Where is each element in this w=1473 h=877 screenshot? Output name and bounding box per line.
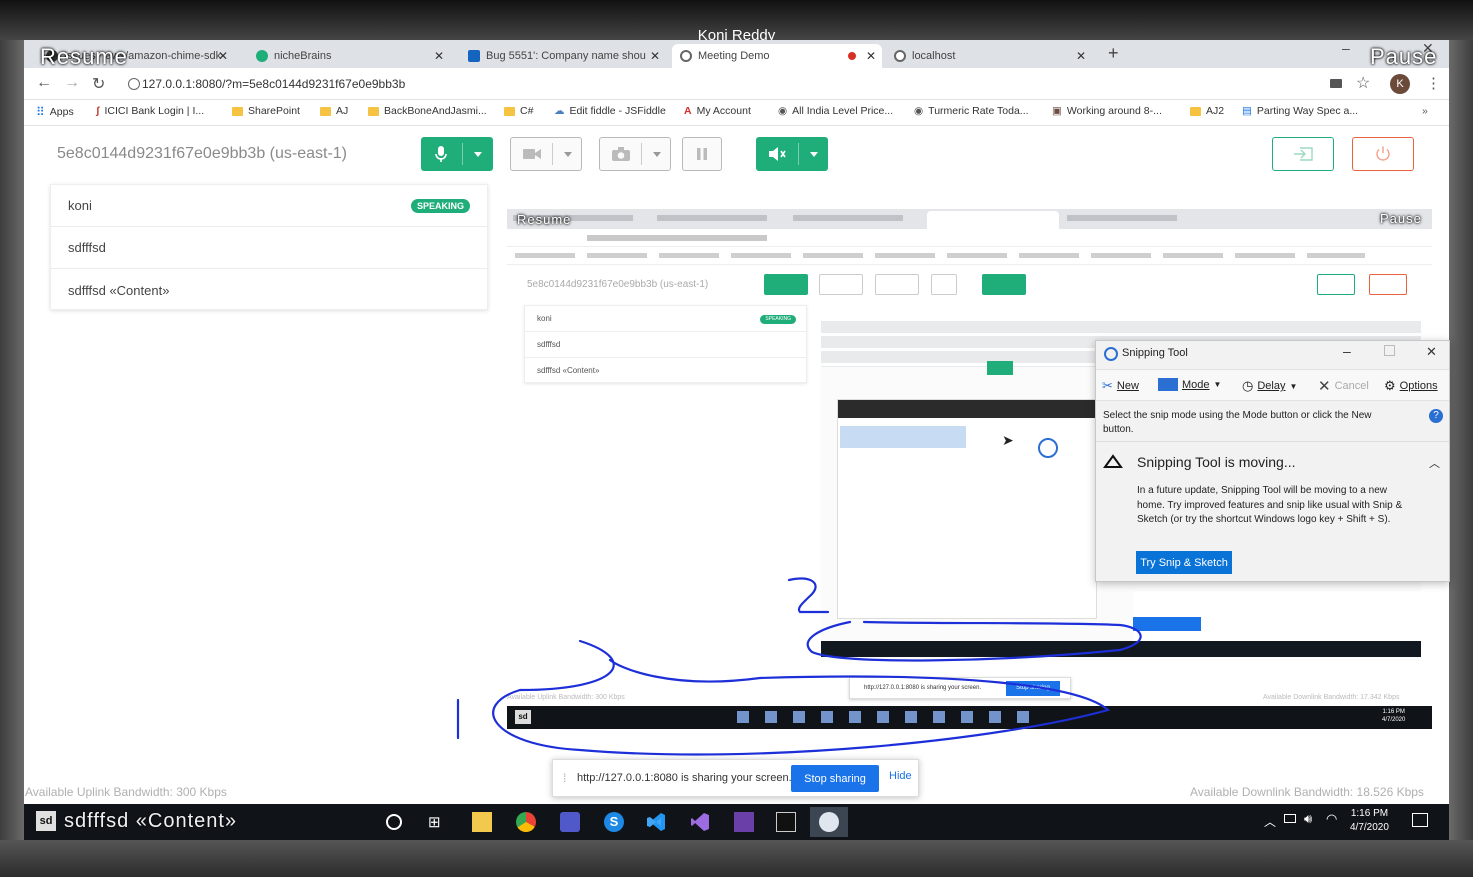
ink-numeral-two [787,577,830,614]
ink-loop-small [806,620,1142,662]
ink-annotation-layer [456,577,1142,756]
